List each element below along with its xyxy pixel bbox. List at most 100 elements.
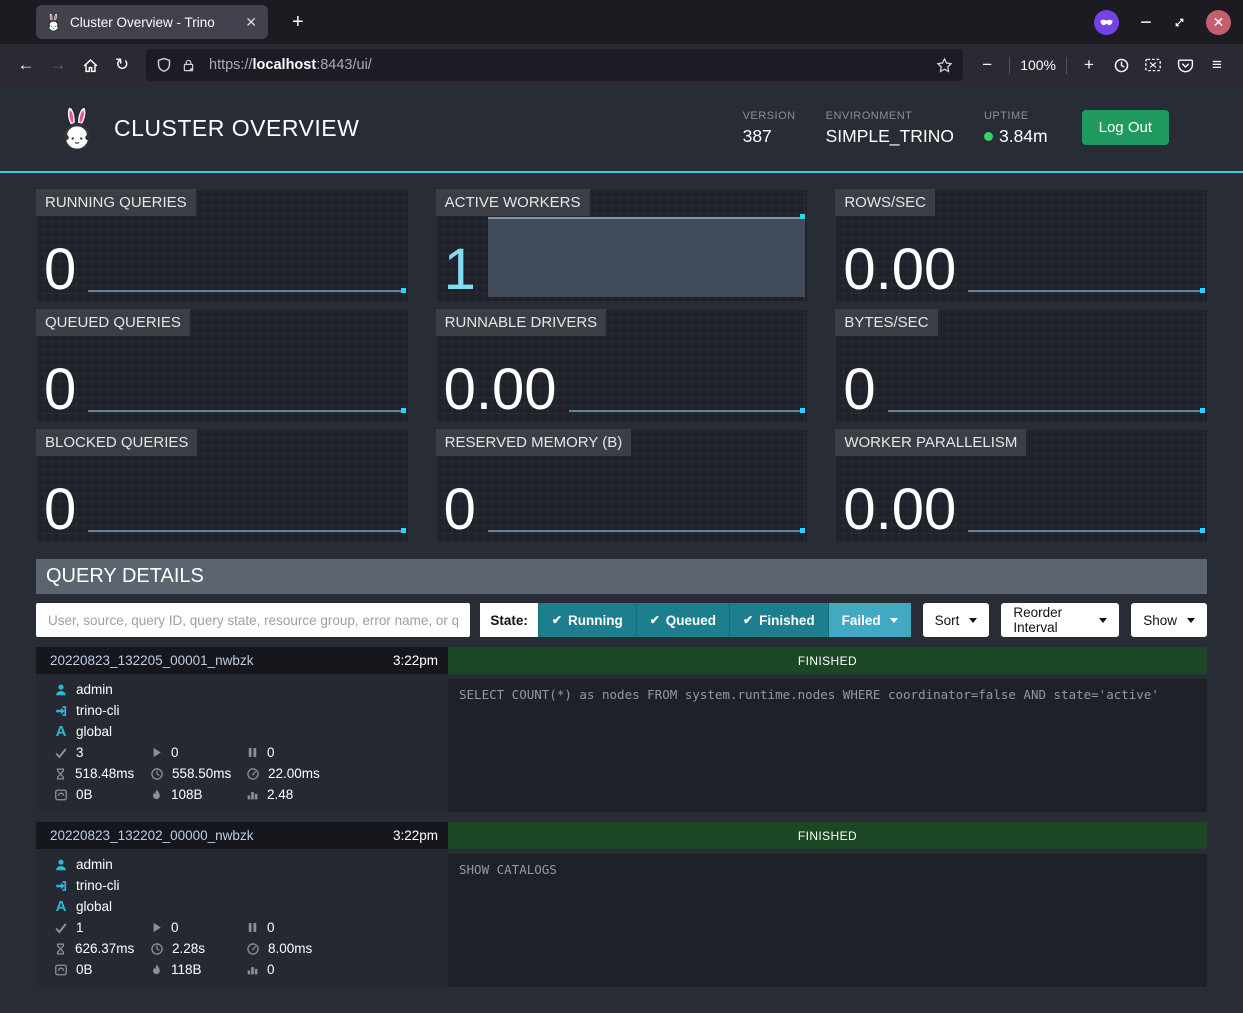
query-details-title: QUERY DETAILS xyxy=(36,559,1207,594)
browser-tab[interactable]: Cluster Overview - Trino ✕ xyxy=(36,5,268,39)
pocket-save-icon[interactable] xyxy=(1169,50,1201,80)
sort-dropdown[interactable]: Sort xyxy=(923,603,990,637)
wall-time: 518.48ms xyxy=(54,766,150,781)
cumulative-memory: 118B xyxy=(150,962,246,977)
query-user: admin xyxy=(54,682,113,697)
stat-card-value: 0.00 xyxy=(444,362,557,417)
stat-card-label: RESERVED MEMORY (B) xyxy=(436,429,632,456)
play-icon xyxy=(150,746,163,759)
sparkline-line xyxy=(88,290,402,292)
resource-group-icon: A xyxy=(54,898,68,915)
state-filter-label: State: xyxy=(480,603,538,637)
sparkline-endpoint-dot xyxy=(1200,408,1205,413)
queued-splits-value: 0 xyxy=(267,920,275,935)
hourglass-icon xyxy=(54,767,67,781)
fire-icon xyxy=(150,788,163,802)
sparkline-chart xyxy=(968,217,1205,297)
version-label: VERSION xyxy=(743,110,796,122)
completed-splits: 3 xyxy=(54,745,150,760)
tracking-shield-icon[interactable] xyxy=(156,57,172,73)
browser-nav-bar: ← → ↻ https://localhost:8443/ui/ − 100% … xyxy=(0,44,1243,86)
page-title: CLUSTER OVERVIEW xyxy=(114,115,359,142)
sparkline-line xyxy=(569,410,803,412)
query-id-link[interactable]: 20220823_132205_00001_nwbzk xyxy=(50,653,253,668)
zoom-in-button[interactable]: + xyxy=(1073,50,1105,80)
check-icon: ✔ xyxy=(743,613,753,627)
back-button[interactable]: ← xyxy=(10,50,42,80)
minimize-button[interactable] xyxy=(1139,15,1153,29)
clock-icon xyxy=(150,942,164,956)
execution-time-value: 8.00ms xyxy=(268,941,312,956)
home-button[interactable] xyxy=(74,50,106,80)
stat-card-value: 0 xyxy=(843,362,875,417)
stat-card-label: BLOCKED QUERIES xyxy=(36,429,197,456)
query-resource-group-row: A global xyxy=(54,721,448,742)
check-icon: ✔ xyxy=(650,613,660,627)
query-resource-group-row: A global xyxy=(54,896,448,917)
uptime-value-wrap: 3.84m xyxy=(984,126,1048,147)
close-window-button[interactable]: ✕ xyxy=(1206,10,1231,35)
sparkline-line xyxy=(488,530,802,532)
zoom-out-button[interactable]: − xyxy=(971,50,1003,80)
query-memory-row: 0B 108B 2.48 xyxy=(54,784,448,805)
history-clock-icon[interactable] xyxy=(1105,50,1137,80)
memory-scale-icon xyxy=(54,963,68,977)
query-search-input[interactable] xyxy=(36,603,470,637)
query-item-header: 20220823_132205_00001_nwbzk 3:22pm FINIS… xyxy=(36,647,1207,674)
uptime-stat: UPTIME 3.84m xyxy=(984,110,1048,147)
show-dropdown[interactable]: Show xyxy=(1131,603,1207,637)
tab-close-icon[interactable]: ✕ xyxy=(243,14,259,31)
state-filter-finished-label: Finished xyxy=(759,613,815,628)
sparkline-endpoint-dot xyxy=(800,214,805,219)
sparkline-endpoint-dot xyxy=(800,528,805,533)
query-memory-row: 0B 118B 0 xyxy=(54,959,448,980)
connection-lock-icon[interactable] xyxy=(181,58,196,73)
query-id-link[interactable]: 20220823_132202_00000_nwbzk xyxy=(50,828,253,843)
parallelism: 0 xyxy=(246,962,275,977)
query-time: 3:22pm xyxy=(393,828,438,843)
bookmark-star-icon[interactable] xyxy=(936,57,953,74)
screenshot-icon[interactable] xyxy=(1137,50,1169,80)
state-filter-finished[interactable]: ✔ Finished xyxy=(729,603,828,637)
query-user-value: admin xyxy=(76,682,113,697)
trino-favicon-icon xyxy=(45,13,62,32)
logout-button[interactable]: Log Out xyxy=(1082,110,1169,145)
state-filter-running[interactable]: ✔Running xyxy=(538,603,636,637)
restore-button[interactable] xyxy=(1173,16,1186,29)
gauge-icon xyxy=(246,942,260,956)
state-filter-queued[interactable]: ✔Queued xyxy=(636,603,729,637)
execution-time-value: 22.00ms xyxy=(268,766,320,781)
forward-button[interactable]: → xyxy=(42,50,74,80)
new-tab-button[interactable]: + xyxy=(284,9,312,36)
cumulative-memory-value: 108B xyxy=(171,787,203,802)
check-icon xyxy=(54,921,68,935)
query-source: trino-cli xyxy=(54,878,120,893)
stat-card-label: WORKER PARALLELISM xyxy=(835,429,1026,456)
sparkline-line xyxy=(968,530,1202,532)
url-host: localhost xyxy=(253,57,317,73)
cpu-time: 2.28s xyxy=(150,941,246,956)
reload-button[interactable]: ↻ xyxy=(106,50,138,80)
state-filter-failed-dropdown[interactable]: Failed xyxy=(828,603,911,637)
running-splits: 0 xyxy=(150,745,246,760)
sparkline-line xyxy=(888,410,1202,412)
cumulative-memory-value: 118B xyxy=(171,962,202,977)
reorder-interval-dropdown[interactable]: Reorder Interval xyxy=(1001,603,1119,637)
parallelism-value: 0 xyxy=(267,962,275,977)
queued-splits: 0 xyxy=(246,745,275,760)
query-splits-row: 1 0 0 xyxy=(54,917,448,938)
url-bar[interactable]: https://localhost:8443/ui/ xyxy=(146,49,963,81)
stat-card-value: 0 xyxy=(44,242,76,297)
running-splits-value: 0 xyxy=(171,745,179,760)
zoom-level[interactable]: 100% xyxy=(1016,57,1060,73)
query-list-item: 20220823_132205_00001_nwbzk 3:22pm FINIS… xyxy=(36,647,1207,812)
resource-group-icon: A xyxy=(54,723,68,740)
hourglass-icon xyxy=(54,942,67,956)
menu-hamburger-icon[interactable]: ≡ xyxy=(1201,50,1233,80)
state-filter-group: State: ✔Running ✔Queued ✔ Finished Failed xyxy=(480,603,910,637)
url-text: https://localhost:8443/ui/ xyxy=(209,57,372,73)
query-list-item: 20220823_132202_00000_nwbzk 3:22pm FINIS… xyxy=(36,822,1207,987)
query-time: 3:22pm xyxy=(393,653,438,668)
sparkline-line xyxy=(968,290,1202,292)
sparkline-line xyxy=(88,410,402,412)
